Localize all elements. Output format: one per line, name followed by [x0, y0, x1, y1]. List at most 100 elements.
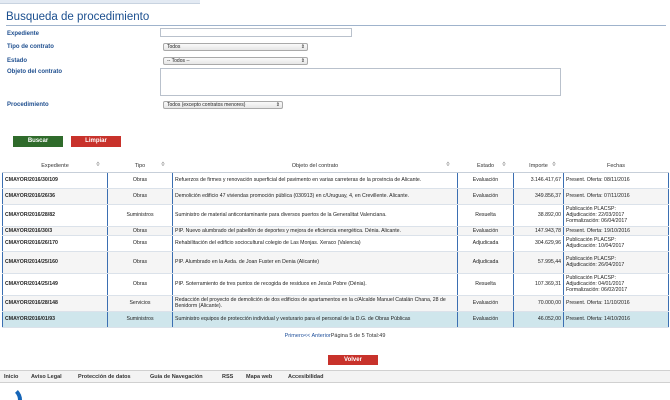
row-importe: 304.629,96	[513, 235, 564, 252]
row-objeto: Redacción del proyecto de demolición de …	[172, 295, 458, 312]
header-expediente[interactable]: Expediente ◊	[2, 160, 108, 173]
row-objeto: PIP. Soterramiento de tres puntos de rec…	[172, 273, 458, 296]
search-button[interactable]: Buscar	[13, 136, 63, 147]
row-objeto: PIP. Nuevo alumbrado del pabellón de dep…	[172, 226, 458, 236]
row-expediente-link[interactable]: CMAYOR/2016/26/36	[2, 188, 108, 205]
table-row[interactable]: CMAYOR/2016/28/148 Servicios Redacción del…	[2, 295, 669, 312]
row-expediente-link[interactable]: CMAYOR/2016/30/109	[2, 172, 108, 189]
row-tipo: Obras	[107, 235, 173, 252]
row-estado: Adjudicada	[457, 251, 514, 274]
row-objeto: Suministro equipos de protección individ…	[172, 311, 458, 328]
sort-icon[interactable]: ◊	[553, 162, 556, 168]
procedimiento-label: Procedimiento	[7, 102, 49, 108]
footer-link-mapa-web[interactable]: Mapa web	[246, 374, 272, 380]
row-importe: 349.856,37	[513, 188, 564, 205]
header-fechas: Fechas	[563, 160, 669, 173]
row-fechas: Present. Oferta: 14/10/2016	[563, 311, 669, 328]
row-importe: 147.943,78	[513, 226, 564, 236]
results-table: Expediente ◊ Tipo ◊ Objeto del contrato ◊ E…	[2, 160, 669, 328]
row-fechas: Present. Oferta: 19/10/2016	[563, 226, 669, 236]
sort-icon[interactable]: ◊	[97, 162, 100, 168]
row-importe: 70.000,00	[513, 295, 564, 312]
table-row[interactable]: CMAYOR/2016/28/82 Suministros Suministro d…	[2, 204, 669, 227]
row-expediente-link[interactable]: CMAYOR/2016/28/148	[2, 295, 108, 312]
row-estado: Resuelta	[457, 273, 514, 296]
expediente-input[interactable]	[160, 28, 352, 37]
table-row[interactable]: CMAYOR/2014/25/149 Obras PIP. Soterramient…	[2, 273, 669, 296]
page-title: Busqueda de procedimiento	[6, 10, 666, 26]
row-estado: Evaluación	[457, 226, 514, 236]
row-fechas: Present. Oferta: 11/10/2016	[563, 295, 669, 312]
row-importe: 46.052,00	[513, 311, 564, 328]
row-importe: 57.995,44	[513, 251, 564, 274]
tipo-contrato-label: Tipo de contrato	[7, 44, 54, 50]
row-objeto: Suministro de material anticontaminante …	[172, 204, 458, 227]
expediente-label: Expediente	[7, 31, 40, 37]
table-row[interactable]: CMAYOR/2016/30/3 Obras PIP. Nuevo alumbrad…	[2, 226, 669, 236]
estado-select[interactable]: -- Todos -- ⇕	[163, 57, 308, 65]
header-estado[interactable]: Estado ◊	[457, 160, 514, 173]
row-objeto: Rehabilitación del edificio sociocultura…	[172, 235, 458, 252]
row-importe: 107.369,31	[513, 273, 564, 296]
back-button[interactable]: Volver	[328, 355, 378, 365]
row-estado: Evaluación	[457, 311, 514, 328]
objeto-contrato-textarea[interactable]	[160, 68, 561, 96]
row-objeto: PIP. Alumbrado en la Avda. de Joan Fuste…	[172, 251, 458, 274]
row-tipo: Obras	[107, 273, 173, 296]
footer-link-proteccion-datos[interactable]: Protección de datos	[78, 374, 131, 380]
row-expediente-link[interactable]: CMAYOR/2014/25/160	[2, 251, 108, 274]
logo-icon	[0, 386, 22, 400]
footer-link-guia-navegacion[interactable]: Guía de Navegación	[150, 374, 203, 380]
row-tipo: Suministros	[107, 204, 173, 227]
sort-icon[interactable]: ◊	[447, 162, 450, 168]
row-fechas: Present. Oferta: 07/11/2016	[563, 188, 669, 205]
search-form: Expediente Tipo de contrato Todos ⇕ Estad…	[3, 27, 667, 113]
page-info: Página 5 de 5 Total:49	[330, 333, 386, 339]
row-estado: Evaluación	[457, 188, 514, 205]
row-fechas: Publicación PLACSP: Adjudicación: 04/01/…	[563, 273, 669, 296]
row-importe: 3.146.417,67	[513, 172, 564, 189]
top-bar	[0, 0, 200, 4]
row-fechas: Publicación PLACSP: Adjudicación: 26/04/…	[563, 251, 669, 274]
table-row[interactable]: CMAYOR/2016/26/36 Obras Demolición edifici…	[2, 188, 669, 205]
row-fechas: Present. Oferta: 08/11/2016	[563, 172, 669, 189]
row-tipo: Obras	[107, 188, 173, 205]
procedimiento-select[interactable]: Todos (excepto contratos menores) ⇕	[163, 101, 283, 109]
footer-link-accesibilidad[interactable]: Accesibilidad	[288, 374, 323, 380]
clear-button[interactable]: Limpiar	[71, 136, 121, 147]
sort-icon[interactable]: ◊	[162, 162, 165, 168]
row-expediente-link[interactable]: CMAYOR/2014/25/149	[2, 273, 108, 296]
procedimiento-value: Todos (excepto contratos menores)	[167, 102, 246, 108]
select-arrow-icon: ⇕	[300, 44, 305, 50]
row-tipo: Servicios	[107, 295, 173, 312]
footer-link-rss[interactable]: RSS	[222, 374, 233, 380]
header-tipo[interactable]: Tipo ◊	[107, 160, 173, 173]
row-expediente-link[interactable]: CMAYOR/2016/26/170	[2, 235, 108, 252]
first-page-link[interactable]: Primero	[285, 333, 304, 339]
prev-page-link[interactable]: << Anterior	[304, 333, 331, 339]
table-row[interactable]: CMAYOR/2014/25/160 Obras PIP. Alumbrado en…	[2, 251, 669, 274]
pagination: Primero<< AnteriorPágina 5 de 5 Total:49	[0, 333, 670, 339]
objeto-contrato-label: Objeto del contrato	[7, 69, 63, 75]
row-estado: Resuelta	[457, 204, 514, 227]
table-row[interactable]: CMAYOR/2016/26/170 Obras Rehabilitación de…	[2, 235, 669, 252]
footer-link-inicio[interactable]: Inicio	[4, 374, 18, 380]
header-objeto[interactable]: Objeto del contrato ◊	[172, 160, 458, 173]
select-arrow-icon: ⇕	[300, 58, 305, 64]
table-row[interactable]: CMAYOR/2016/01/93 Suministros Suministro e…	[2, 311, 669, 328]
row-estado: Evaluación	[457, 295, 514, 312]
row-expediente-link[interactable]: CMAYOR/2016/28/82	[2, 204, 108, 227]
header-importe[interactable]: Importe ◊	[513, 160, 564, 173]
tipo-contrato-select[interactable]: Todos ⇕	[163, 43, 308, 51]
row-tipo: Suministros	[107, 311, 173, 328]
footer-link-aviso-legal[interactable]: Aviso Legal	[31, 374, 62, 380]
row-tipo: Obras	[107, 172, 173, 189]
estado-label: Estado	[7, 58, 28, 64]
row-fechas: Publicación PLACSP: Adjudicación: 10/04/…	[563, 235, 669, 252]
row-expediente-link[interactable]: CMAYOR/2016/30/3	[2, 226, 108, 236]
row-expediente-link[interactable]: CMAYOR/2016/01/93	[2, 311, 108, 328]
table-row[interactable]: CMAYOR/2016/30/109 Obras Refuerzos de firm…	[2, 172, 669, 189]
row-objeto: Refuerzos de firmes y renovación superfi…	[172, 172, 458, 189]
sort-icon[interactable]: ◊	[503, 162, 506, 168]
row-estado: Evaluación	[457, 172, 514, 189]
